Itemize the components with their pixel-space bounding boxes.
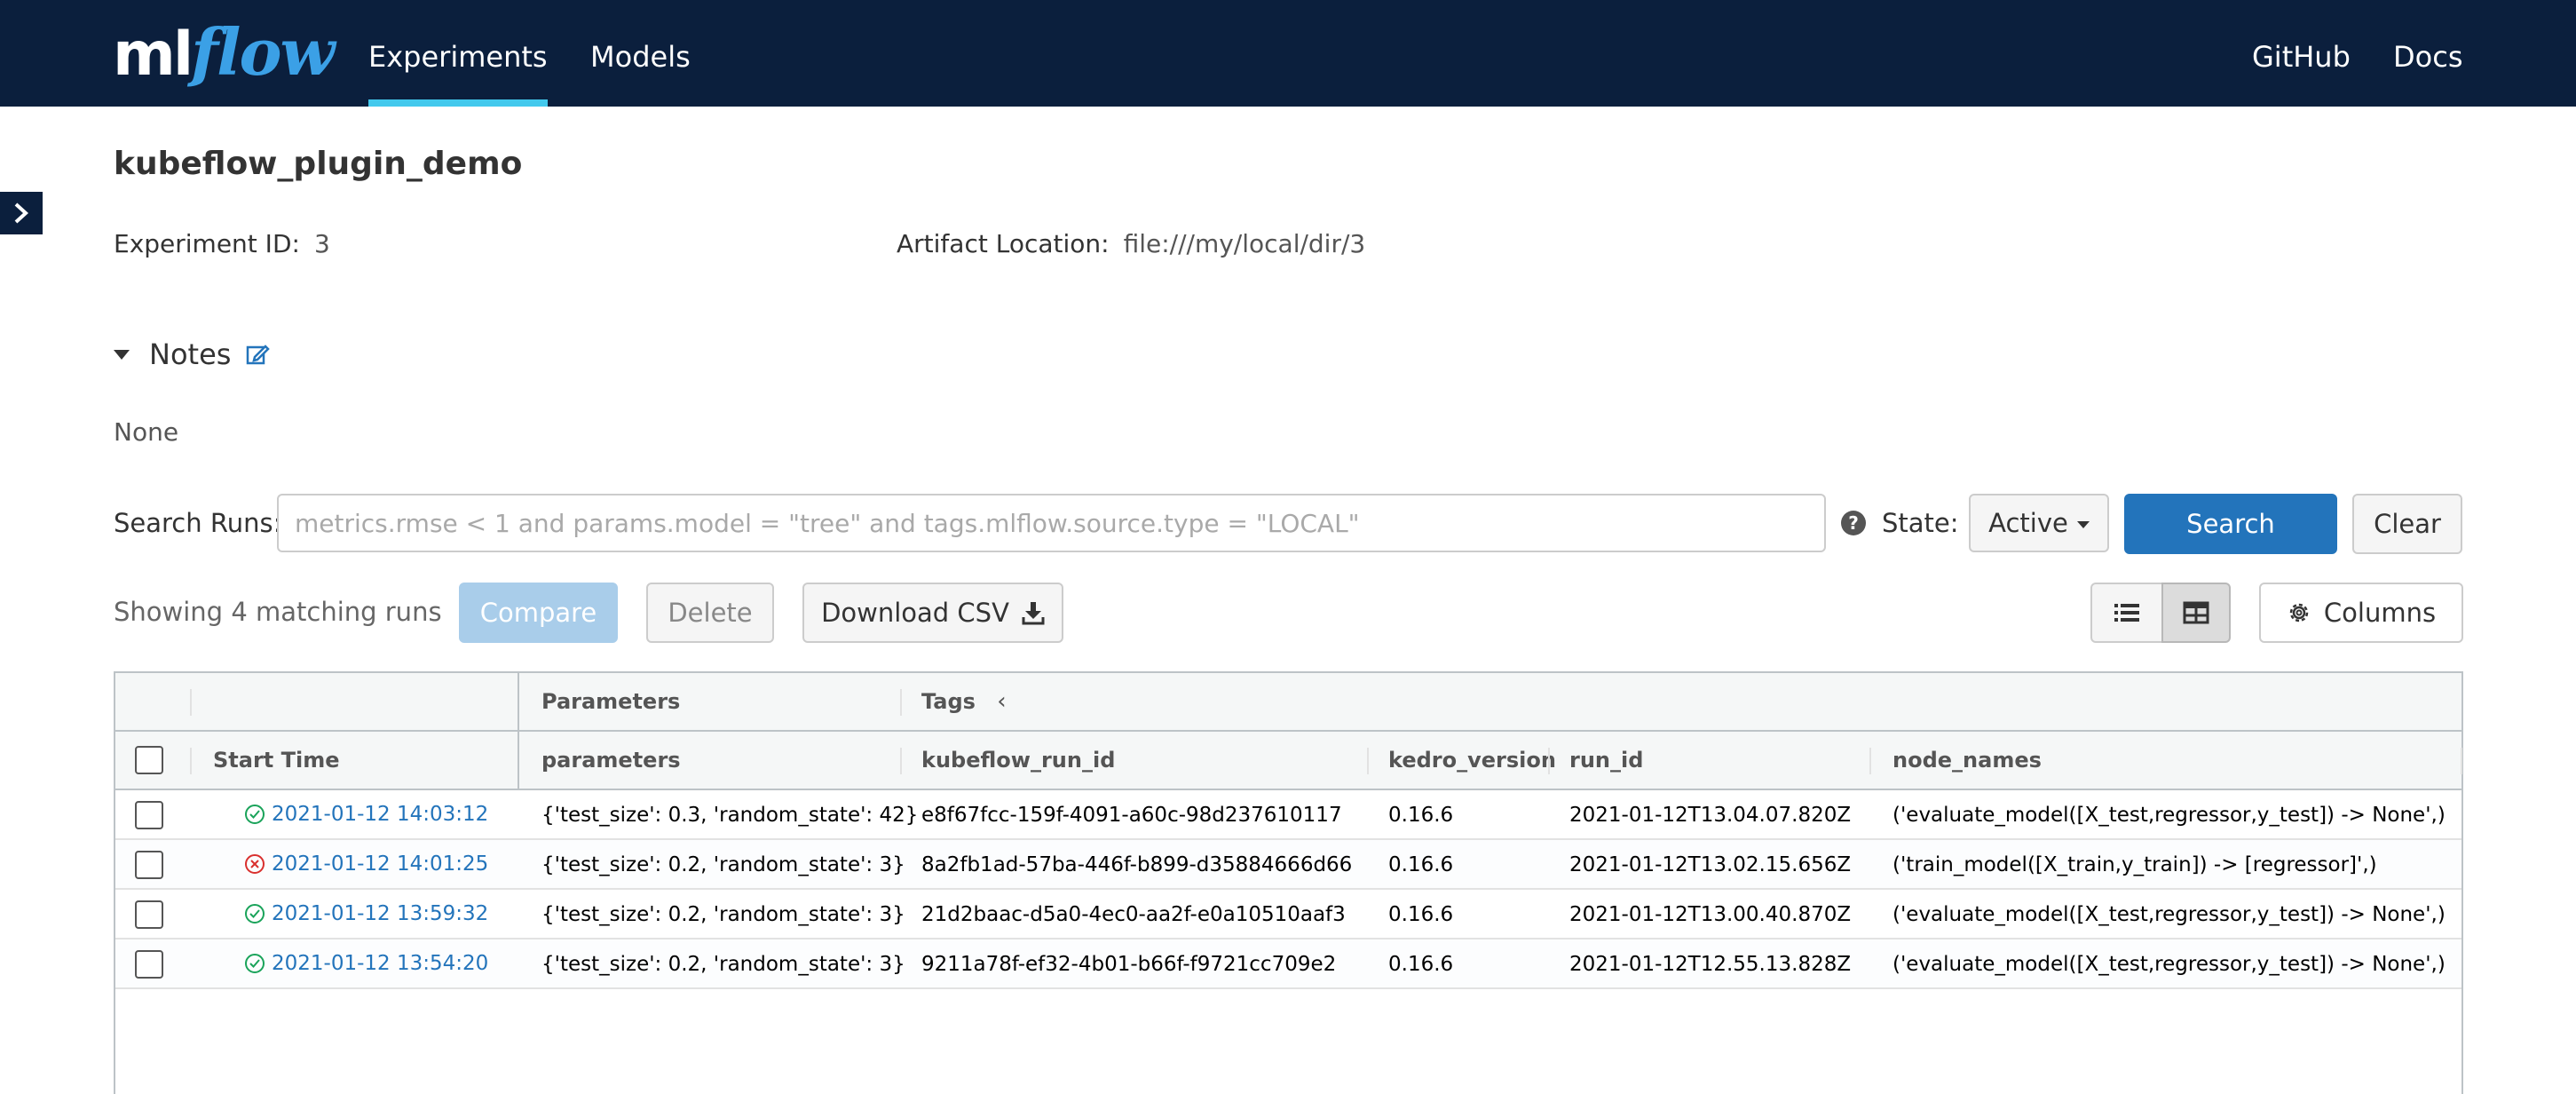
experiment-id-value: 3 (313, 229, 330, 258)
collapse-caret-icon[interactable] (114, 349, 130, 360)
nav-experiments[interactable]: Experiments (368, 0, 548, 107)
header-parameters[interactable]: parameters (541, 732, 681, 789)
delete-button[interactable]: Delete (646, 583, 774, 643)
cell-node-names: ('evaluate_model([X_test,regressor,y_tes… (1892, 804, 2446, 827)
clear-button[interactable]: Clear (2352, 494, 2462, 554)
compare-button[interactable]: Compare (459, 583, 618, 643)
table-row[interactable]: 2021-01-12 14:03:12 {'test_size': 0.3, '… (115, 790, 2461, 840)
columns-label: Columns (2323, 598, 2437, 628)
run-start-time-link[interactable]: 2021-01-12 14:03:12 (245, 790, 488, 838)
notes-title: Notes (149, 337, 232, 371)
cell-node-names: ('evaluate_model([X_test,regressor,y_tes… (1892, 903, 2446, 926)
cell-run-id: 2021-01-12T13.02.15.656Z (1569, 853, 1852, 876)
chevron-right-icon (14, 202, 28, 224)
header-kubeflow-run-id[interactable]: kubeflow_run_id (921, 732, 1115, 789)
experiment-title: kubeflow_plugin_demo (114, 146, 523, 182)
cell-parameters: {'test_size': 0.2, 'random_state': 3} (541, 853, 905, 876)
table-view-toggle[interactable] (2161, 583, 2231, 643)
logo-flow-text: flow (191, 14, 335, 90)
failed-x-icon (245, 854, 265, 874)
row-checkbox[interactable] (135, 900, 163, 929)
cell-kedro-version: 0.16.6 (1388, 804, 1454, 827)
search-runs-input[interactable] (277, 494, 1826, 552)
group-tags-label: Tags (921, 689, 976, 714)
experiment-id-label: Experiment ID: (114, 229, 300, 258)
column-group-header-row: Parameters Tags ‹ (115, 673, 2461, 732)
success-check-icon (245, 904, 265, 924)
row-checkbox[interactable] (135, 851, 163, 879)
cell-kubeflow-run-id: 9211a78f-ef32-4b01-b66f-f9721cc709e2 (921, 953, 1337, 976)
cell-kedro-version: 0.16.6 (1388, 953, 1454, 976)
cell-parameters: {'test_size': 0.2, 'random_state': 3} (541, 903, 905, 926)
logo-ml-text: ml (113, 20, 194, 90)
run-start-time: 2021-01-12 14:03:12 (272, 803, 489, 826)
artifact-location-value: file:///my/local/dir/3 (1123, 229, 1366, 258)
row-checkbox[interactable] (135, 801, 163, 829)
list-view-icon (2114, 604, 2139, 622)
artifact-location: Artifact Location: file:///my/local/dir/3 (897, 229, 1365, 258)
group-tags[interactable]: Tags ‹ (921, 673, 1007, 730)
header-start-time[interactable]: Start Time (213, 732, 340, 789)
notes-header: Notes (114, 337, 271, 371)
gear-icon (2289, 603, 2309, 622)
runs-table: Parameters Tags ‹ Start Time parameters … (114, 671, 2463, 1094)
group-parameters: Parameters (541, 689, 681, 714)
cell-kubeflow-run-id: 21d2baac-d5a0-4ec0-aa2f-e0a10510aaf3 (921, 903, 1346, 926)
cell-kedro-version: 0.16.6 (1388, 903, 1454, 926)
help-icon[interactable]: ? (1841, 511, 1866, 535)
search-button[interactable]: Search (2124, 494, 2337, 554)
header-node-names[interactable]: node_names (1892, 732, 2042, 789)
download-csv-button[interactable]: Download CSV (802, 583, 1063, 643)
matching-runs-count: Showing 4 matching runs (114, 597, 442, 627)
cell-run-id: 2021-01-12T13.00.40.870Z (1569, 903, 1852, 926)
table-row[interactable]: 2021-01-12 13:59:32 {'test_size': 0.2, '… (115, 890, 2461, 939)
cell-parameters: {'test_size': 0.3, 'random_state': 42} (541, 804, 919, 827)
nav-models[interactable]: Models (590, 0, 691, 107)
download-csv-label: Download CSV (821, 598, 1009, 628)
run-start-time-link[interactable]: 2021-01-12 13:54:20 (245, 939, 488, 987)
run-start-time: 2021-01-12 13:54:20 (272, 952, 489, 975)
table-row[interactable]: 2021-01-12 14:01:25 {'test_size': 0.2, '… (115, 840, 2461, 890)
nav-docs[interactable]: Docs (2393, 0, 2462, 107)
columns-button[interactable]: Columns (2259, 583, 2463, 643)
column-header-row: Start Time parameters kubeflow_run_id ke… (115, 732, 2462, 790)
download-icon (1022, 602, 1045, 625)
row-checkbox[interactable] (135, 950, 163, 979)
state-value: Active (1988, 508, 2068, 538)
run-start-time-link[interactable]: 2021-01-12 14:01:25 (245, 840, 488, 888)
nav-github[interactable]: GitHub (2252, 0, 2351, 107)
artifact-location-label: Artifact Location: (897, 229, 1110, 258)
top-navbar: ml flow Experiments Models GitHub Docs (0, 0, 2576, 107)
search-runs-label: Search Runs: (114, 508, 282, 538)
success-check-icon (245, 805, 265, 824)
cell-kedro-version: 0.16.6 (1388, 853, 1454, 876)
nav-active-indicator (368, 99, 548, 107)
table-row[interactable]: 2021-01-12 13:54:20 {'test_size': 0.2, '… (115, 939, 2461, 989)
chevron-left-icon[interactable]: ‹ (997, 688, 1006, 715)
header-kedro-version[interactable]: kedro_version (1388, 732, 1556, 789)
state-label: State: (1882, 508, 1959, 538)
mlflow-logo[interactable]: ml flow (113, 12, 336, 92)
chevron-down-icon (2076, 521, 2090, 528)
select-all-checkbox[interactable] (135, 746, 163, 774)
state-dropdown[interactable]: Active (1969, 494, 2109, 552)
cell-kubeflow-run-id: 8a2fb1ad-57ba-446f-b899-d35884666d66 (921, 853, 1353, 876)
cell-kubeflow-run-id: e8f67fcc-159f-4091-a60c-98d237610117 (921, 804, 1342, 827)
run-start-time-link[interactable]: 2021-01-12 13:59:32 (245, 890, 488, 938)
cell-node-names: ('evaluate_model([X_test,regressor,y_tes… (1892, 953, 2446, 976)
cell-parameters: {'test_size': 0.2, 'random_state': 3} (541, 953, 905, 976)
run-start-time: 2021-01-12 14:01:25 (272, 852, 489, 876)
cell-run-id: 2021-01-12T12.55.13.828Z (1569, 953, 1852, 976)
run-start-time: 2021-01-12 13:59:32 (272, 902, 489, 925)
table-view-icon (2183, 601, 2209, 624)
cell-run-id: 2021-01-12T13.04.07.820Z (1569, 804, 1852, 827)
sidebar-expand-button[interactable] (0, 192, 43, 234)
notes-content: None (114, 417, 179, 447)
edit-icon[interactable] (245, 342, 271, 367)
experiment-id: Experiment ID: 3 (114, 229, 330, 258)
cell-node-names: ('train_model([X_train,y_train]) -> [reg… (1892, 853, 2377, 876)
header-run-id[interactable]: run_id (1569, 732, 1643, 789)
success-check-icon (245, 954, 265, 973)
list-view-toggle[interactable] (2090, 583, 2163, 643)
